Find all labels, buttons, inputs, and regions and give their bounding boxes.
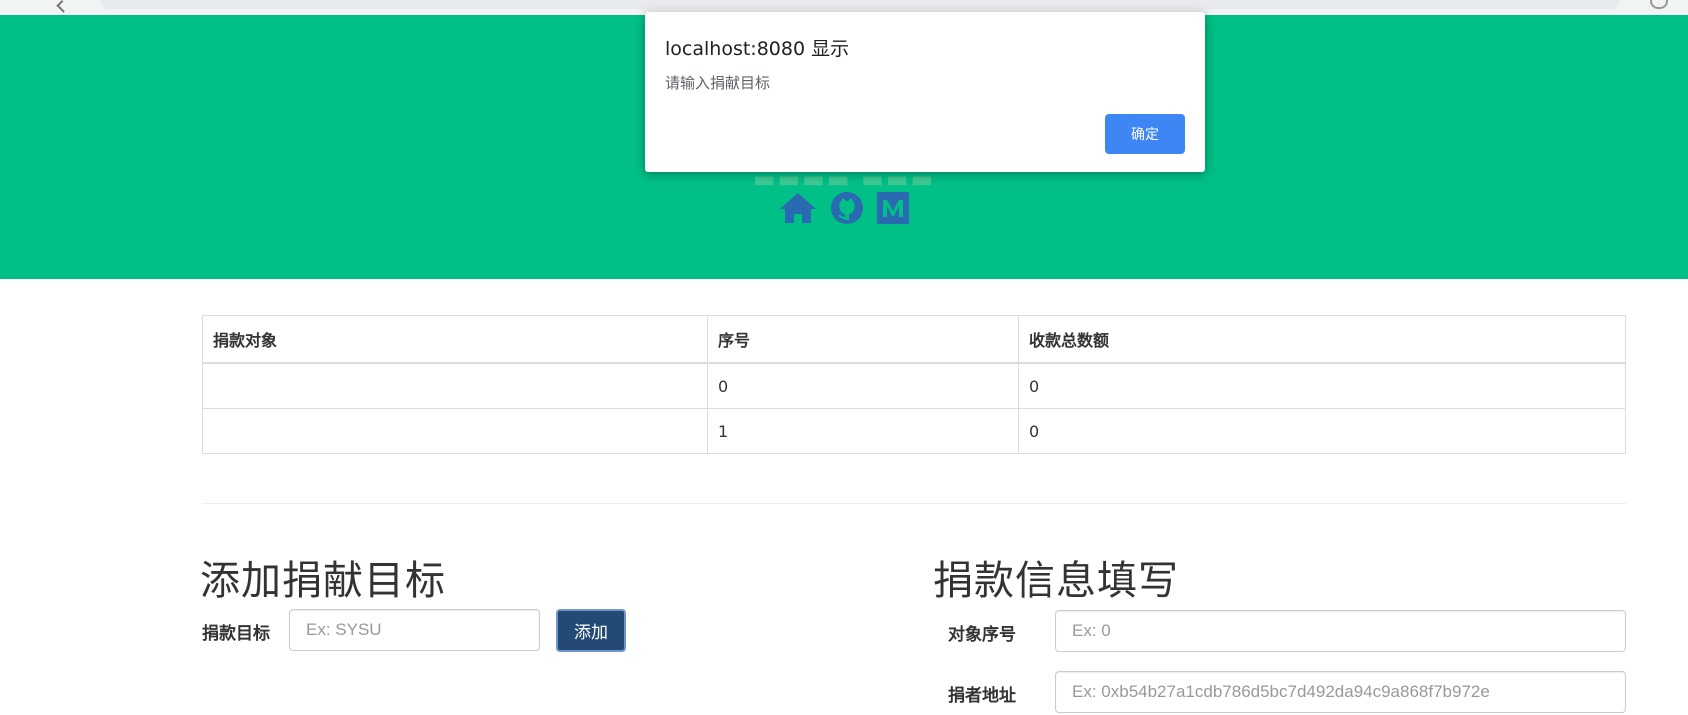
section-divider <box>202 503 1626 504</box>
table-header-row: 捐款对象 序号 收款总数额 <box>202 315 1626 364</box>
column-header-total: 收款总数额 <box>1018 315 1626 364</box>
address-label: 捐者地址 <box>948 686 1016 706</box>
alert-origin: localhost:8080 显示 <box>665 38 850 60</box>
table-row: 0 0 <box>202 362 1626 409</box>
cell-index: 1 <box>707 408 1019 454</box>
index-label: 对象序号 <box>948 625 1016 645</box>
back-arrow-icon[interactable] <box>56 0 70 13</box>
target-input[interactable] <box>289 609 540 651</box>
cell-target <box>202 408 708 454</box>
alert-message: 请输入捐献目标 <box>665 74 771 92</box>
donation-targets-table: 捐款对象 序号 收款总数额 0 0 1 0 <box>202 315 1626 454</box>
add-button[interactable]: 添加 <box>556 609 626 652</box>
add-target-title: 添加捐献目标 <box>200 558 446 604</box>
home-icon[interactable] <box>778 191 818 229</box>
donation-form-title: 捐款信息填写 <box>933 558 1179 604</box>
cell-index: 0 <box>707 362 1019 409</box>
cell-target <box>202 362 708 409</box>
index-input[interactable] <box>1055 610 1626 652</box>
column-header-index: 序号 <box>707 315 1019 364</box>
alert-dialog: localhost:8080 显示 请输入捐献目标 确定 <box>645 12 1205 172</box>
table-row: 1 0 <box>202 408 1626 454</box>
cell-total: 0 <box>1018 408 1626 454</box>
header-links <box>0 190 1688 230</box>
cell-total: 0 <box>1018 362 1626 409</box>
alert-ok-button[interactable]: 确定 <box>1105 114 1185 154</box>
target-label: 捐款目标 <box>202 624 270 644</box>
address-bar[interactable] <box>100 0 1620 9</box>
profile-icon[interactable] <box>1650 0 1668 9</box>
column-header-target: 捐款对象 <box>202 315 708 364</box>
github-icon[interactable] <box>829 190 865 230</box>
address-input[interactable] <box>1055 671 1626 713</box>
medium-icon[interactable] <box>876 191 910 229</box>
